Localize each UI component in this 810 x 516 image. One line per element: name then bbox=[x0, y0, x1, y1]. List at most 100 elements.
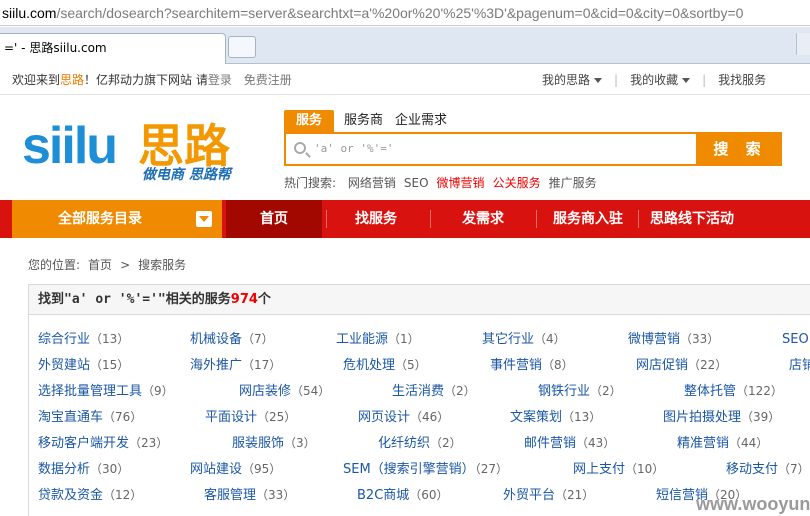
category-link[interactable]: SEM（搜索引擎营销）（27） bbox=[343, 458, 508, 477]
results-middle: 相关的服务 bbox=[165, 292, 231, 307]
category-link[interactable]: 邮件营销（43） bbox=[524, 432, 615, 451]
category-link[interactable]: 服装服饰（3） bbox=[232, 432, 316, 451]
hot-link[interactable]: 公关服务 bbox=[493, 176, 541, 190]
main-nav: 全部服务目录 首页 找服务 发需求 服务商入驻 思路线下活动 bbox=[0, 200, 810, 238]
category-link[interactable]: 海外推广（17） bbox=[190, 354, 281, 373]
category-name: 网店装修 bbox=[239, 384, 292, 399]
category-name: 网店促销 bbox=[636, 358, 689, 373]
category-count: （1） bbox=[388, 332, 420, 346]
tab-demand[interactable]: 企业需求 bbox=[395, 110, 447, 132]
login-link[interactable]: 登录 bbox=[208, 73, 232, 87]
address-bar[interactable]: siilu.com/search/dosearch?searchitem=ser… bbox=[0, 0, 810, 26]
category-name: 其它行业 bbox=[482, 332, 535, 347]
category-link[interactable]: 精准营销（44） bbox=[677, 432, 768, 451]
category-count: （15） bbox=[90, 358, 130, 372]
logo-en: siilu bbox=[22, 117, 118, 175]
category-link[interactable]: 综合行业（13） bbox=[38, 328, 129, 347]
nav-find-service[interactable]: 找服务 bbox=[330, 200, 422, 238]
category-count: （95） bbox=[242, 462, 282, 476]
category-link[interactable]: B2C商城（60） bbox=[357, 484, 449, 503]
nav-divider bbox=[638, 210, 639, 228]
nav-provider-join[interactable]: 服务商入驻 bbox=[540, 200, 636, 238]
category-name: 服装服饰 bbox=[232, 436, 285, 451]
search-button[interactable]: 搜 索 bbox=[698, 132, 782, 166]
category-count: （44） bbox=[729, 436, 769, 450]
breadcrumb: 您的位置: 首页 > 搜索服务 bbox=[28, 256, 194, 273]
category-link[interactable]: 数据分析（30） bbox=[38, 458, 129, 477]
category-link[interactable]: 淘宝直通车（76） bbox=[38, 406, 142, 425]
hot-link[interactable]: 推广服务 bbox=[549, 176, 597, 190]
category-name: 移动支付 bbox=[726, 462, 779, 477]
window-control[interactable] bbox=[796, 33, 810, 55]
category-link[interactable]: 微博营销（33） bbox=[628, 328, 719, 347]
category-link[interactable]: 贷款及资金（12） bbox=[38, 484, 142, 503]
register-link[interactable]: 免费注册 bbox=[244, 73, 292, 87]
site-logo[interactable]: siilu 思路 做电商 思路帮 bbox=[22, 120, 244, 190]
favorites-menu[interactable]: 我的收藏 bbox=[630, 65, 691, 95]
category-name: 网页设计 bbox=[358, 410, 411, 425]
category-link[interactable]: 外贸建站（15） bbox=[38, 354, 129, 373]
category-link[interactable]: 图片拍摄处理（39） bbox=[663, 406, 780, 425]
my-siilu-menu[interactable]: 我的思路 bbox=[542, 65, 603, 95]
results-header: 找到"a' or '%'='"相关的服务974个 bbox=[29, 285, 810, 315]
category-link[interactable]: 事件营销（8） bbox=[490, 354, 574, 373]
category-link[interactable]: 客服管理（33） bbox=[204, 484, 295, 503]
category-link[interactable]: SEO（ bbox=[782, 328, 810, 347]
category-count: （17） bbox=[242, 358, 282, 372]
category-link[interactable]: 网上支付（10） bbox=[573, 458, 664, 477]
category-link[interactable]: 店铺 bbox=[789, 354, 810, 373]
category-link[interactable]: 机械设备（7） bbox=[190, 328, 274, 347]
category-link[interactable]: 平面设计（25） bbox=[205, 406, 296, 425]
category-link[interactable]: 网店装修（54） bbox=[239, 380, 330, 399]
category-count: （25） bbox=[257, 410, 297, 424]
category-name: 机械设备 bbox=[190, 332, 243, 347]
all-services-menu[interactable]: 全部服务目录 bbox=[12, 200, 222, 238]
category-link[interactable]: 网页设计（46） bbox=[358, 406, 449, 425]
user-menu: 我的思路 | 我的收藏 | 我找服务 bbox=[542, 65, 766, 95]
category-link[interactable]: 网站建设（95） bbox=[190, 458, 281, 477]
category-count: （8） bbox=[542, 358, 574, 372]
nav-offline-events[interactable]: 思路线下活动 bbox=[642, 200, 742, 238]
category-count: （22） bbox=[688, 358, 728, 372]
category-name: 危机处理 bbox=[343, 358, 396, 373]
category-link[interactable]: 化纤纺织（2） bbox=[378, 432, 462, 451]
category-count: （2） bbox=[430, 436, 462, 450]
category-link[interactable]: 生活消费（2） bbox=[392, 380, 476, 399]
category-count: （12） bbox=[103, 488, 143, 502]
category-link[interactable]: 钢铁行业（2） bbox=[538, 380, 622, 399]
breadcrumb-sep: > bbox=[120, 258, 131, 272]
category-link[interactable]: 工业能源（1） bbox=[336, 328, 420, 347]
tab-provider[interactable]: 服务商 bbox=[344, 110, 383, 132]
results-suffix: 个 bbox=[257, 292, 271, 307]
breadcrumb-home[interactable]: 首页 bbox=[88, 258, 112, 272]
category-link[interactable]: 网店促销（22） bbox=[636, 354, 727, 373]
category-count: （43） bbox=[576, 436, 616, 450]
category-link[interactable]: 外贸平台（21） bbox=[503, 484, 594, 503]
category-name: 化纤纺织 bbox=[378, 436, 431, 451]
welcome-bar: 欢迎来到思路！亿邦动力旗下网站 请登录 免费注册 bbox=[12, 65, 292, 95]
hot-link[interactable]: 网络营销 bbox=[348, 176, 396, 190]
hot-link[interactable]: 微博营销 bbox=[437, 176, 485, 190]
category-name: 外贸建站 bbox=[38, 358, 91, 373]
hot-link[interactable]: SEO bbox=[404, 176, 429, 190]
find-service-link[interactable]: 我找服务 bbox=[718, 65, 766, 95]
category-count: （21） bbox=[555, 488, 595, 502]
tab-service[interactable]: 服务 bbox=[284, 110, 335, 132]
browser-tab[interactable]: =' - 思路siilu.com bbox=[0, 33, 226, 64]
category-name: 数据分析 bbox=[38, 462, 91, 477]
category-link[interactable]: 整体托管（122） bbox=[684, 380, 783, 399]
nav-home[interactable]: 首页 bbox=[226, 200, 322, 238]
category-link[interactable]: 其它行业（4） bbox=[482, 328, 566, 347]
brand-link[interactable]: 思路 bbox=[60, 73, 84, 87]
category-name: 贷款及资金 bbox=[38, 488, 104, 503]
category-link[interactable]: 移动支付（7） bbox=[726, 458, 810, 477]
category-name: SEO（ bbox=[782, 332, 810, 347]
search-input[interactable]: 'a' or '%'=' bbox=[284, 132, 698, 166]
new-tab-button[interactable] bbox=[228, 36, 256, 58]
category-count: （5） bbox=[395, 358, 427, 372]
category-link[interactable]: 移动客户端开发（23） bbox=[38, 432, 168, 451]
category-link[interactable]: 文案策划（13） bbox=[510, 406, 601, 425]
category-link[interactable]: 危机处理（5） bbox=[343, 354, 427, 373]
category-link[interactable]: 选择批量管理工具（9） bbox=[38, 380, 174, 399]
nav-post-demand[interactable]: 发需求 bbox=[434, 200, 532, 238]
